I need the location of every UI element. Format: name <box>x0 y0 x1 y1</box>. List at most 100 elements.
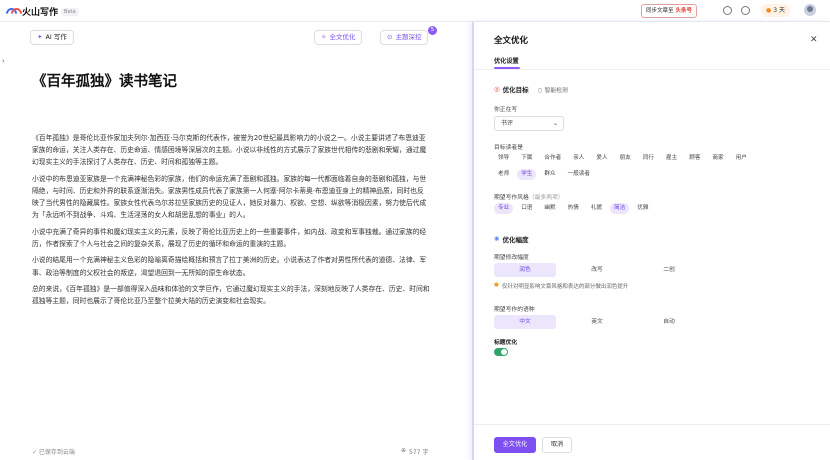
audience-chip[interactable]: 亲人 <box>569 153 588 164</box>
style-chip-selected[interactable]: 简洁 <box>610 203 630 214</box>
title-optimize-label: 标题优化 <box>494 340 518 346</box>
avatar[interactable] <box>804 4 816 16</box>
topic-dig-button[interactable]: ⊙ 主题深挖 <box>380 30 429 45</box>
range-option[interactable]: 二创 <box>638 263 700 277</box>
close-icon[interactable]: ✕ <box>810 35 818 45</box>
audience-chip[interactable]: 用户 <box>732 153 751 164</box>
full-optimize-label: 全文优化 <box>329 33 356 41</box>
sparkle-icon: ✦ <box>37 33 43 41</box>
style-chip[interactable]: 优雅 <box>633 203 652 214</box>
writing-type-value: 书评 <box>501 120 514 127</box>
audience-chip[interactable]: 领导 <box>494 153 513 164</box>
topic-dig-label: 主题深挖 <box>395 33 422 41</box>
language-option[interactable]: 自动 <box>638 315 700 329</box>
style-chip[interactable]: 口语 <box>517 203 536 214</box>
range-option-selected[interactable]: 润色 <box>494 263 556 277</box>
expand-arrow-icon[interactable]: › <box>2 57 5 65</box>
audience-chip[interactable]: 一般读者 <box>564 169 594 180</box>
tab-divider <box>474 69 830 70</box>
range-label: 期望修改幅度 <box>494 255 529 261</box>
audience-row-2: 老师 学生 群众 一般读者 <box>494 169 594 180</box>
app-name: 火山写作 <box>22 8 59 18</box>
streak-badge[interactable]: ● 3 天 <box>761 4 790 17</box>
audience-chip-selected[interactable]: 学生 <box>517 169 537 180</box>
range-tip-text: 仅针对明显影响文章风格和表达的部分做出润色提升 <box>501 284 629 290</box>
paragraph[interactable]: 小说的结尾用一个充满神秘主义色彩的隐喻离奇描绘概括和预言了拉丁美洲的历史。小说表… <box>32 254 430 278</box>
range-section-header: ✺ 优化幅度 <box>494 234 528 244</box>
document-title[interactable]: 《百年孤独》读书笔记 <box>32 70 177 91</box>
save-status: ✓ 已保存到云端 <box>32 449 75 456</box>
flame-icon: ● <box>766 7 772 14</box>
help-icon[interactable] <box>741 6 750 15</box>
audience-label: 目标读者是 <box>494 145 523 151</box>
notification-badge: 5 <box>428 26 437 35</box>
gear-icon: ✺ <box>494 235 500 243</box>
language-option-selected[interactable]: 中文 <box>494 315 556 329</box>
full-optimize-button[interactable]: ✧ 全文优化 <box>314 30 363 45</box>
audience-chip[interactable]: 商家 <box>708 153 727 164</box>
ai-write-label: AI 写作 <box>45 33 67 41</box>
paragraph[interactable]: 小说中充满了奇异的事件和魔幻现实主义的元素，反映了哥伦比亚历史上的一些重要事件，… <box>32 226 430 250</box>
cancel-button[interactable]: 取消 <box>542 437 572 453</box>
style-label: 期望写作风格（最多两项） <box>494 192 564 201</box>
range-options: 润色 改写 二创 <box>494 263 710 277</box>
top-bar: 火山写作 Beta 同步文章至 头条号 ● 3 天 <box>0 0 830 22</box>
audience-chip[interactable]: 老师 <box>494 169 513 180</box>
style-chip[interactable]: 幽默 <box>540 203 559 214</box>
style-chips: 专业 口语 幽默 热情 礼貌 简洁 优雅 <box>494 203 652 214</box>
smart-detect-toggle[interactable]: ○ 智能检测 <box>538 85 568 94</box>
panel-title: 全文优化 <box>494 36 529 46</box>
target-icon: ◎ <box>494 85 500 93</box>
language-option[interactable]: 英文 <box>566 315 628 329</box>
writing-type-label: 你正在写 <box>494 107 518 113</box>
language-options: 中文 英文 自动 <box>494 315 710 329</box>
audience-chip[interactable]: 朋友 <box>616 153 635 164</box>
streak-days: 3 天 <box>773 7 785 14</box>
word-count: ⊕ 577 字 <box>401 447 428 456</box>
style-chip[interactable]: 热情 <box>564 203 583 214</box>
confirm-optimize-button[interactable]: 全文优化 <box>494 437 536 453</box>
smart-detect-label: 智能检测 <box>544 87 568 94</box>
app-logo[interactable]: 火山写作 Beta <box>6 5 79 18</box>
goal-section-title: 优化目标 <box>502 86 529 94</box>
sync-article-button[interactable]: 同步文章至 头条号 <box>641 4 698 18</box>
audience-chip[interactable]: 合作者 <box>540 153 565 164</box>
paragraph[interactable]: 《百年孤独》是哥伦比亚作家加夫列尔·加西亚·马尔克斯的代表作，被誉为20世纪最具… <box>32 132 430 169</box>
style-hint: （最多两项） <box>528 195 564 201</box>
audience-chip[interactable]: 雇主 <box>662 153 681 164</box>
bulb-icon[interactable] <box>723 6 732 15</box>
goal-section-header: ◎ 优化目标 ○ 智能检测 <box>494 84 568 94</box>
ai-write-button[interactable]: ✦ AI 写作 <box>30 30 74 45</box>
audience-row-1: 领导 下属 合作者 亲人 爱人 朋友 同行 雇主 顾客 商家 用户 <box>494 153 751 164</box>
panel-footer-divider <box>474 424 830 425</box>
volcano-logo-icon <box>6 7 19 16</box>
audience-chip[interactable]: 爱人 <box>592 153 611 164</box>
editor-area: › ✦ AI 写作 ✧ 全文优化 ⊙ 主题深挖 5 《百年孤独》读书笔记 《百年… <box>0 22 472 460</box>
audience-chip[interactable]: 下属 <box>517 153 536 164</box>
location-pin-icon: ⊙ <box>387 33 393 41</box>
word-count-value: 577 字 <box>409 449 429 456</box>
range-tip: ● 仅针对明显影响文章风格和表达的部分做出润色提升 <box>494 282 628 290</box>
chevron-down-icon: ⌄ <box>552 120 558 127</box>
sparkle-icon: ✧ <box>321 33 327 41</box>
range-option[interactable]: 改写 <box>566 263 628 277</box>
audience-chip[interactable]: 同行 <box>639 153 658 164</box>
style-chip-selected[interactable]: 专业 <box>494 203 514 214</box>
range-section-title: 优化幅度 <box>502 236 529 244</box>
tab-settings[interactable]: 优化设置 <box>494 56 519 65</box>
sync-label: 同步文章至 <box>646 8 674 14</box>
paragraph[interactable]: 总的来说，《百年孤独》是一部值得深入品味和体验的文学巨作，它通过魔幻现实主义的手… <box>32 283 430 307</box>
audience-chip[interactable]: 顾客 <box>685 153 704 164</box>
language-label: 期望写作的语种 <box>494 307 535 313</box>
lightbulb-icon: ● <box>494 282 499 288</box>
document-body[interactable]: 《百年孤独》是哥伦比亚作家加夫列尔·加西亚·马尔克斯的代表作，被誉为20世纪最具… <box>32 132 430 312</box>
writing-type-select[interactable]: 书评 ⌄ <box>494 116 564 131</box>
title-optimize-toggle[interactable] <box>494 348 508 356</box>
optimize-panel: 全文优化 ✕ 优化设置 ◎ 优化目标 ○ 智能检测 你正在写 书评 ⌄ 目标读者… <box>472 22 830 460</box>
style-chip[interactable]: 礼貌 <box>587 203 606 214</box>
beta-badge: Beta <box>61 7 79 16</box>
sync-target: 头条号 <box>675 8 693 14</box>
paragraph[interactable]: 小说中的布恩迪亚家族是一个充满神秘色彩的家族，他们的命运充满了悲剧和孤独。家族的… <box>32 173 430 222</box>
audience-chip[interactable]: 群众 <box>540 169 559 180</box>
style-label-text: 期望写作风格 <box>494 195 529 201</box>
